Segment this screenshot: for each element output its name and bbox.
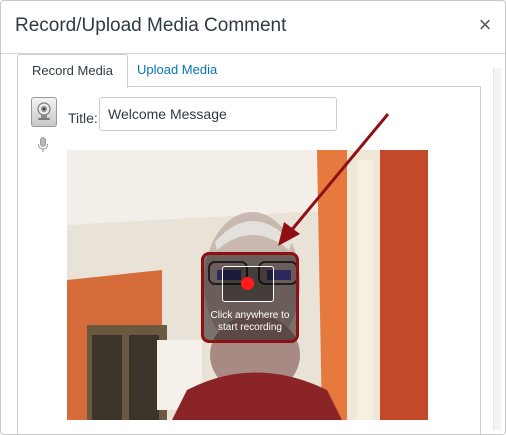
title-label: Title: (68, 110, 98, 126)
start-recording-overlay[interactable]: Click anywhere to start recording (201, 252, 299, 343)
tab-record-media[interactable]: Record Media (17, 54, 128, 88)
dialog-header: Record/Upload Media Comment × (1, 1, 505, 54)
record-button[interactable] (222, 266, 274, 302)
record-prompt: Click anywhere to start recording (204, 310, 296, 334)
close-button[interactable]: × (475, 14, 495, 36)
tab-bar: Record Media Upload Media (17, 54, 481, 88)
dialog-title: Record/Upload Media Comment (15, 15, 287, 36)
tab-upload-media[interactable]: Upload Media (123, 54, 231, 86)
webcam-icon (37, 102, 51, 120)
record-dot-icon (241, 277, 254, 290)
record-prompt-line1: Click anywhere to (210, 310, 290, 321)
webcam-button[interactable] (31, 97, 57, 127)
record-prompt-line2: start recording (218, 322, 282, 333)
microphone-icon (38, 137, 48, 152)
title-input[interactable] (99, 97, 337, 131)
scrollbar[interactable] (493, 68, 501, 430)
